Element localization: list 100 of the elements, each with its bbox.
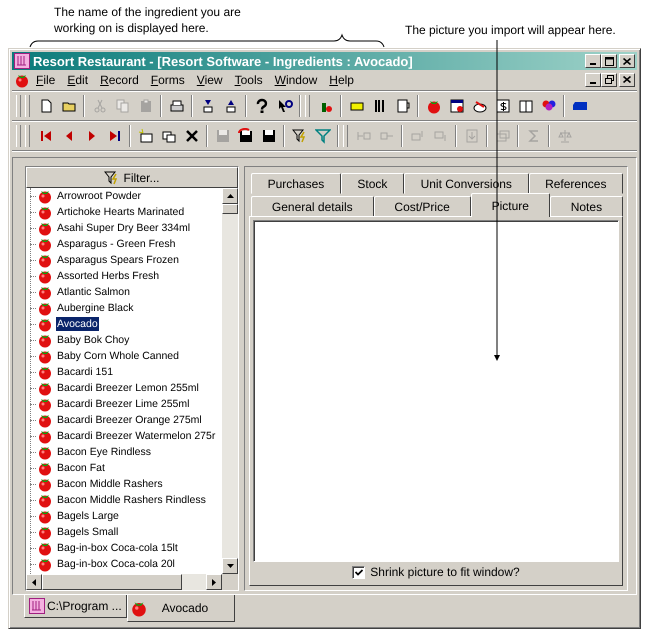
ingredient-item[interactable]: Bacon Middle Rashers: [56, 477, 164, 491]
tomato-icon: [37, 508, 53, 524]
ingredient-item[interactable]: Aubergine Black: [56, 301, 134, 315]
horizontal-scrollbar[interactable]: [26, 574, 222, 590]
copy-icon: [114, 98, 130, 114]
minimize-icon: [590, 82, 596, 84]
ingredient-item[interactable]: Asparagus - Green Fresh: [56, 237, 176, 251]
ingredient-item[interactable]: Bacardi Breezer Lime 255ml: [56, 397, 190, 411]
ingredient-item[interactable]: Bacardi Breezer Lemon 255ml: [56, 381, 200, 395]
tab[interactable]: Notes: [550, 196, 623, 217]
ingredient-item[interactable]: Bacon Eye Rindless: [56, 445, 152, 459]
windows-icon: [494, 128, 510, 144]
ingredient-item[interactable]: Bag-in-box Coca-cola 15lt: [56, 541, 179, 555]
document-tab[interactable]: Avocado: [126, 595, 236, 622]
save-icon: [214, 128, 230, 144]
dollar-sheet-icon: [494, 98, 510, 114]
jug-icon: [394, 98, 410, 114]
menu-item[interactable]: View: [190, 72, 229, 86]
checkbox[interactable]: [352, 566, 366, 578]
tab[interactable]: Purchases: [251, 173, 341, 194]
close-button[interactable]: [619, 54, 635, 68]
close-button[interactable]: [619, 72, 635, 86]
maximize-button[interactable]: [601, 54, 617, 68]
new-record-icon: [138, 128, 154, 144]
menu-item[interactable]: Help: [323, 72, 360, 86]
ingredient-item[interactable]: Bacon Fat: [56, 461, 106, 475]
ingredient-item[interactable]: Assorted Herbs Fresh: [56, 269, 160, 283]
menu-item[interactable]: Window: [268, 72, 324, 86]
restore-icon: [604, 75, 614, 84]
tomato-icon: [37, 380, 53, 396]
window-title: Resort Restaurant - [Resort Software - Ingredients : Avocado]: [33, 54, 414, 68]
menu-item[interactable]: Tools: [228, 72, 269, 86]
table-icon: [448, 98, 464, 114]
tomato-icon: [37, 284, 53, 300]
annotation-text: The picture you import will appear here.: [405, 22, 616, 38]
tomato-icon: [37, 204, 53, 220]
ingredient-item[interactable]: Bagels Large: [56, 509, 120, 523]
close-icon: [623, 58, 631, 64]
ingredient-item[interactable]: Bacardi 151: [56, 365, 114, 379]
ingredient-item[interactable]: Bagels Small: [56, 525, 120, 539]
menu-item[interactable]: File: [30, 72, 62, 86]
ingredient-item[interactable]: Baby Corn Whole Canned: [56, 349, 180, 363]
tomato-icon: [37, 268, 53, 284]
scrollbar-thumb[interactable]: [222, 204, 238, 214]
ingredient-item[interactable]: Avocado: [56, 317, 99, 331]
save-undo-icon: [238, 128, 254, 144]
tomato-icon: [37, 220, 53, 236]
scroll-left-icon: [32, 578, 36, 586]
tomato-icon: [37, 540, 53, 556]
ingredient-item[interactable]: Asahi Super Dry Beer 334ml: [56, 221, 192, 235]
tomato-icon: [37, 524, 53, 540]
scrollbar-thumb[interactable]: [42, 574, 182, 590]
filter-lightning-icon: [292, 128, 308, 144]
minimize-button[interactable]: [585, 72, 601, 86]
filter-icon: [314, 128, 330, 144]
filter-button[interactable]: Filter...: [26, 167, 238, 188]
book-icon: [518, 98, 534, 114]
tomato-icon: [37, 316, 53, 332]
ingredient-item[interactable]: Artichoke Hearts Marinated: [56, 205, 186, 219]
tomato-icon: [37, 460, 53, 476]
tab[interactable]: General details: [251, 196, 374, 217]
ingredient-item[interactable]: Bag-in-box Coca-cola 20l: [56, 557, 176, 571]
checkbox-label: Shrink picture to fit window?: [370, 565, 520, 579]
app-icon: [29, 598, 45, 614]
ingredient-item[interactable]: Bacardi Breezer Orange 275ml: [56, 413, 203, 427]
restore-button[interactable]: [601, 72, 617, 86]
tomato-icon: [37, 412, 53, 428]
pointer-help-icon: [276, 98, 292, 114]
tomato-icon: [37, 300, 53, 316]
ingredient-item[interactable]: Baby Bok Choy: [56, 333, 130, 347]
document-tab[interactable]: C:\Program ...: [24, 595, 127, 618]
menu-item[interactable]: Record: [94, 72, 145, 86]
tomato-icon: [37, 476, 53, 492]
tomato-icon: [37, 236, 53, 252]
minimize-icon: [590, 63, 596, 65]
tomato-icon: [37, 364, 53, 380]
ingredient-item[interactable]: Bacon Middle Rashers Rindless: [56, 493, 207, 507]
ingredient-item[interactable]: Bacardi Breezer Watermelon 275r: [56, 429, 216, 443]
ingredient-item[interactable]: Arrowroot Powder: [56, 189, 142, 203]
tomato-icon: [37, 444, 53, 460]
vertical-scrollbar[interactable]: [222, 188, 238, 574]
scroll-right-icon: [212, 578, 216, 586]
minimize-button[interactable]: [585, 54, 601, 68]
tomato-icon: [37, 428, 53, 444]
tab[interactable]: Stock: [340, 173, 404, 194]
scroll-up-icon: [226, 194, 234, 198]
menu-item[interactable]: Edit: [61, 72, 94, 86]
tomato-icon: [37, 348, 53, 364]
import-icon: [464, 128, 480, 144]
scales-icon: [556, 128, 572, 144]
close-icon: [623, 76, 631, 83]
delete-icon: [184, 128, 200, 144]
check-icon: [354, 568, 363, 576]
menu-item[interactable]: Forms: [144, 72, 191, 86]
tab[interactable]: Cost/Price: [374, 196, 471, 217]
tomato-icon: [37, 492, 53, 508]
save-icon: [260, 128, 276, 144]
ingredient-item[interactable]: Asparagus Spears Frozen: [56, 253, 180, 267]
tomato-icon: [37, 188, 53, 204]
ingredient-item[interactable]: Atlantic Salmon: [56, 285, 131, 299]
